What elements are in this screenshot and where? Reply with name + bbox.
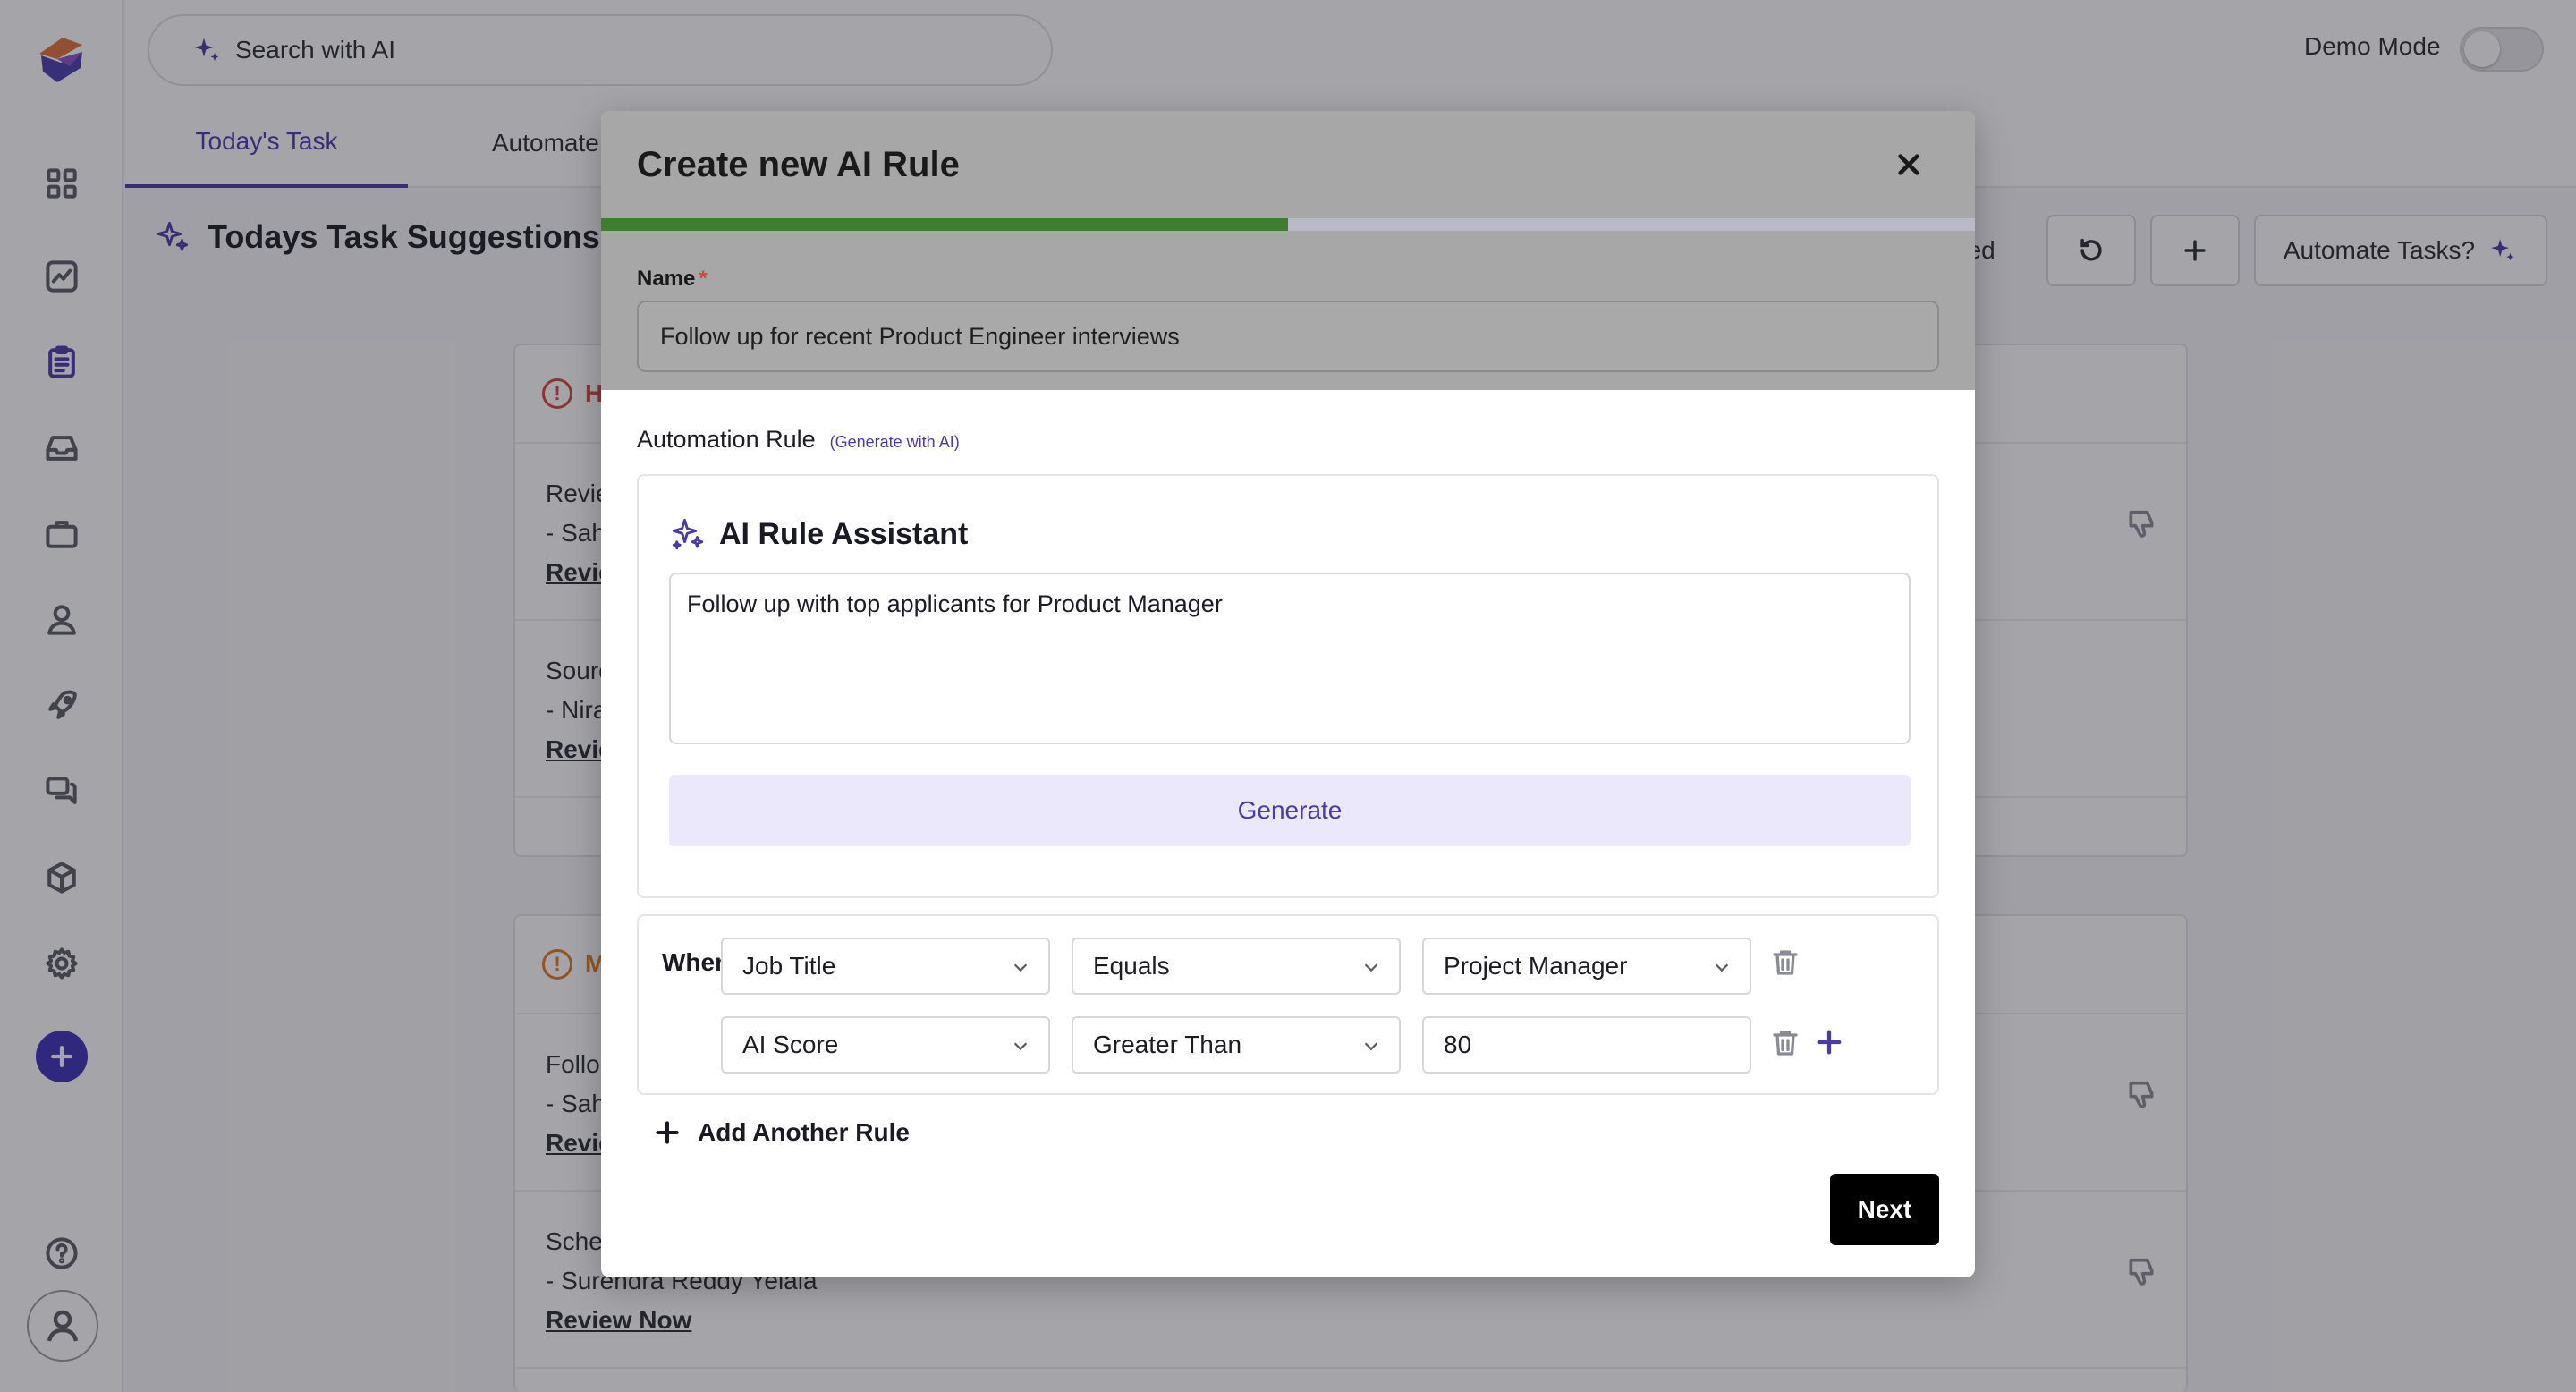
name-label-text: Name [637, 267, 696, 291]
delete-condition-icon[interactable] [1769, 946, 1805, 982]
close-icon[interactable] [1889, 145, 1928, 184]
condition-value-input[interactable] [1422, 1016, 1751, 1074]
add-another-rule-label: Add Another Rule [698, 1118, 910, 1146]
condition-value-select[interactable]: Project Manager [1422, 938, 1751, 995]
ai-sparkle-icon [672, 518, 704, 550]
ai-rule-assistant-panel: AI Rule Assistant Generate [637, 474, 1939, 898]
generate-with-ai-link[interactable]: (Generate with AI) [830, 433, 960, 452]
condition-field-value: AI Score [742, 1031, 839, 1058]
chevron-down-icon [1715, 963, 1729, 972]
condition-field-value: Job Title [742, 952, 836, 980]
chevron-down-icon [1364, 963, 1378, 972]
delete-condition-icon[interactable] [1769, 1027, 1805, 1063]
step-progress-bar [601, 218, 1975, 231]
condition-operator-value: Equals [1093, 952, 1170, 980]
condition-operator-select[interactable]: Greater Than [1072, 1016, 1401, 1074]
condition-operator-select[interactable]: Equals [1072, 938, 1401, 995]
add-another-rule-button[interactable]: Add Another Rule [653, 1118, 910, 1147]
automation-rule-label-text: Automation Rule [637, 426, 816, 453]
automation-rule-label: Automation Rule (Generate with AI) [637, 426, 960, 454]
chevron-down-icon [1364, 1042, 1378, 1051]
plus-icon [656, 1121, 679, 1144]
chevron-down-icon [1013, 1042, 1028, 1051]
condition-value-text: Project Manager [1444, 952, 1628, 980]
rule-name-input[interactable] [637, 301, 1939, 372]
next-button[interactable]: Next [1830, 1174, 1939, 1245]
modal-title: Create new AI Rule [637, 145, 960, 184]
required-mark: * [699, 267, 708, 291]
conditions-panel: When the Job Title Equals Project Manage… [637, 914, 1939, 1095]
condition-field-select[interactable]: AI Score [721, 1016, 1050, 1074]
assistant-title-text: AI Rule Assistant [719, 516, 969, 551]
chevron-down-icon [1013, 963, 1028, 972]
step-progress-fill [601, 218, 1288, 231]
condition-operator-value: Greater Than [1093, 1031, 1242, 1058]
name-label: Name * [637, 267, 708, 292]
create-ai-rule-modal: Create new AI Rule Name* Automation Rule… [601, 111, 1975, 1277]
add-condition-icon[interactable] [1814, 1027, 1850, 1063]
generate-button[interactable]: Generate [669, 775, 1911, 846]
assistant-title: AI Rule Assistant [669, 515, 968, 553]
assistant-prompt-textarea[interactable] [669, 573, 1911, 744]
condition-field-select[interactable]: Job Title [721, 938, 1050, 995]
